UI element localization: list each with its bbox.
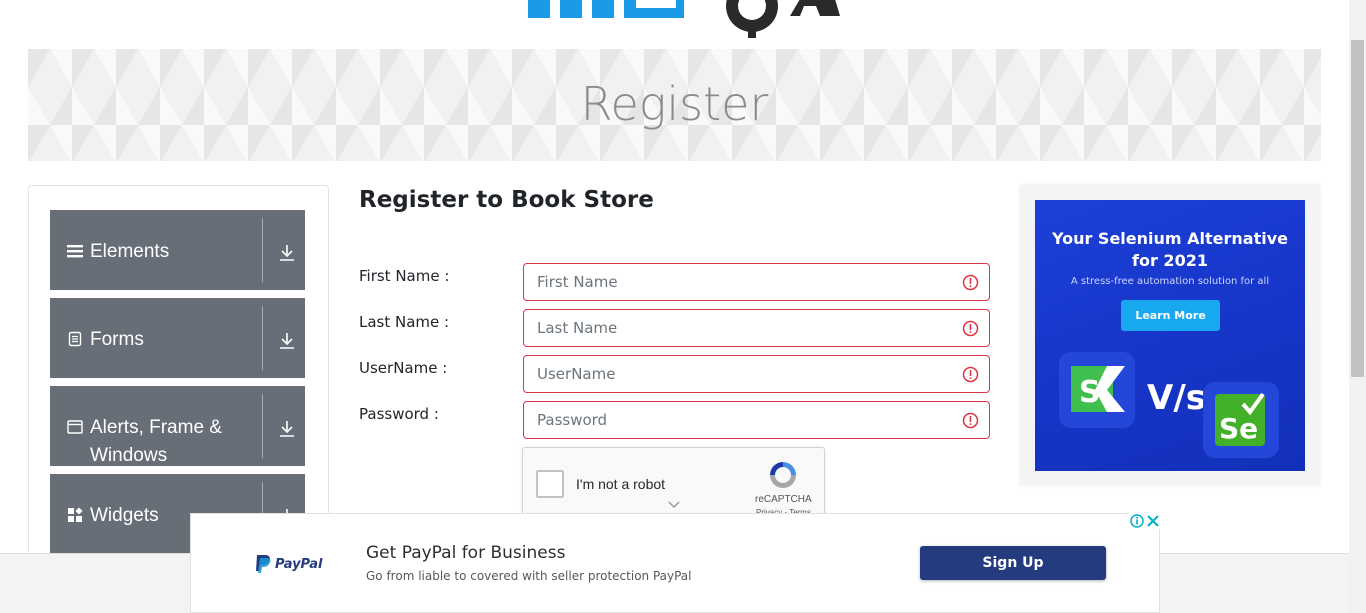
last-name-input[interactable] <box>523 309 990 347</box>
scrollbar-thumb[interactable] <box>1351 40 1364 377</box>
download-arrow-icon[interactable] <box>278 332 296 350</box>
paypal-ad-description: Go from liable to covered with seller pr… <box>366 569 692 583</box>
learn-more-button[interactable]: Learn More <box>1121 300 1220 331</box>
side-ad-title-line2: for 2021 <box>1132 251 1208 270</box>
divider <box>262 218 263 282</box>
side-ad-vs: V/s <box>1147 378 1206 418</box>
side-ad-subtitle: A stress-free automation solution for al… <box>1070 276 1270 287</box>
adchoices-icon[interactable] <box>1129 513 1161 529</box>
recaptcha-label: I'm not a robot <box>576 476 666 492</box>
sidebar-group-label: Forms <box>90 329 144 350</box>
error-icon <box>962 320 979 337</box>
username-label: UserName : <box>359 359 448 377</box>
widgets-icon <box>68 507 83 522</box>
sidebar-group-alerts[interactable]: Alerts, Frame & Windows <box>50 386 305 466</box>
page-scrollbar[interactable] <box>1349 0 1366 613</box>
side-ad-title-line1: Your Selenium Alternative <box>1051 229 1289 248</box>
last-name-label: Last Name : <box>359 313 450 331</box>
page-title: Register <box>580 77 769 131</box>
recaptcha-brand: reCAPTCHA <box>755 494 812 505</box>
sidebar-group-elements[interactable]: Elements <box>50 210 305 290</box>
katalon-logo-icon: S <box>1059 352 1135 428</box>
paypal-ad-title: Get PayPal for Business <box>366 543 566 563</box>
paypal-logo: PayPal <box>256 555 323 573</box>
download-arrow-icon[interactable] <box>278 420 296 438</box>
side-ad-title: Your Selenium Alternative for 2021 <box>1035 228 1305 272</box>
side-ad-banner[interactable]: Your Selenium Alternative for 2021 A str… <box>1035 200 1305 471</box>
download-arrow-icon[interactable] <box>278 244 296 262</box>
window-icon <box>67 420 83 434</box>
paypal-ad[interactable]: PayPal Get PayPal for Business Go from l… <box>190 513 1160 613</box>
chevron-down-icon <box>668 501 680 509</box>
recaptcha-logo-icon <box>770 462 796 488</box>
sign-up-button[interactable]: Sign Up <box>920 546 1106 580</box>
first-name-label: First Name : <box>359 267 450 285</box>
recaptcha-widget: I'm not a robot reCAPTCHA Privacy - Term… <box>522 447 825 523</box>
form-title: Register to Book Store <box>359 187 654 213</box>
password-input[interactable] <box>523 401 990 439</box>
first-name-input[interactable] <box>523 263 990 301</box>
sidebar-group-label: Alerts, Frame & Windows <box>90 417 222 466</box>
sidebar-group-label: Elements <box>90 241 170 262</box>
hamburger-icon <box>67 245 83 258</box>
page: Register Elements Forms Alerts, Frame & … <box>0 0 1366 613</box>
selenium-logo-icon: Se <box>1203 382 1279 458</box>
svg-text:S: S <box>1079 375 1101 410</box>
side-ad: Your Selenium Alternative for 2021 A str… <box>1020 185 1320 485</box>
document-icon <box>68 331 82 347</box>
username-input[interactable] <box>523 355 990 393</box>
error-icon <box>962 274 979 291</box>
recaptcha-checkbox[interactable] <box>536 470 564 498</box>
sidebar-group-forms[interactable]: Forms <box>50 298 305 378</box>
divider <box>262 306 263 370</box>
divider <box>262 394 263 458</box>
svg-text:Se: Se <box>1219 412 1258 445</box>
paypal-brand-text: PayPal <box>275 557 323 572</box>
toolsqa-logo[interactable] <box>520 0 850 40</box>
error-icon <box>962 412 979 429</box>
error-icon <box>962 366 979 383</box>
page-banner: Register <box>28 49 1321 161</box>
password-label: Password : <box>359 405 439 423</box>
